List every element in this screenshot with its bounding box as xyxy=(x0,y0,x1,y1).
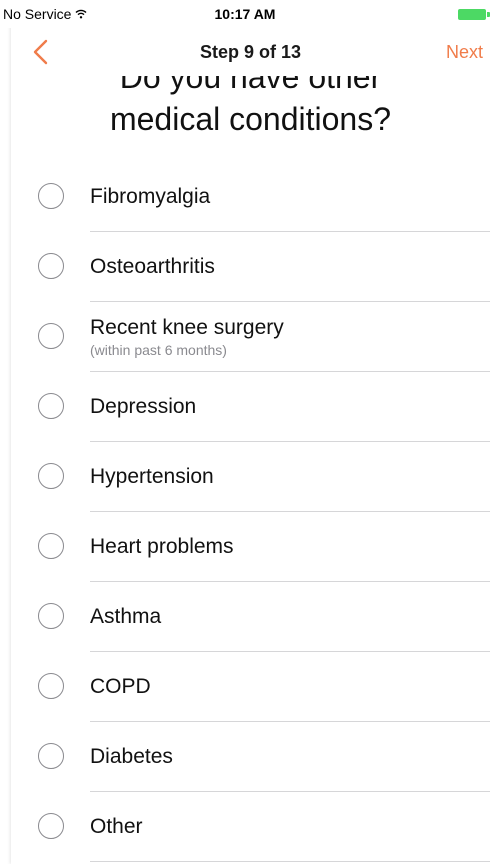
option-text: Other xyxy=(90,792,143,862)
list-item[interactable]: COPD xyxy=(11,652,490,722)
battery-icon xyxy=(458,9,490,20)
status-bar: No Service 10:17 AM xyxy=(0,0,490,28)
option-text: Osteoarthritis xyxy=(90,232,215,302)
radio-circle-icon[interactable] xyxy=(38,183,64,209)
option-label: Other xyxy=(90,815,143,838)
status-time: 10:17 AM xyxy=(214,6,276,22)
list-item[interactable]: Fibromyalgia xyxy=(11,162,490,232)
radio-circle-icon[interactable] xyxy=(38,253,64,279)
option-label: Osteoarthritis xyxy=(90,255,215,278)
option-text: Heart problems xyxy=(90,512,234,582)
option-label: Diabetes xyxy=(90,745,173,768)
radio-circle-icon[interactable] xyxy=(38,813,64,839)
option-text: Fibromyalgia xyxy=(90,162,210,232)
left-edge xyxy=(0,0,11,864)
list-item[interactable]: Heart problems xyxy=(11,512,490,582)
list-item[interactable]: Other xyxy=(11,792,490,862)
question-line-2: medical conditions? xyxy=(109,101,392,137)
list-item[interactable]: Hypertension xyxy=(11,442,490,512)
option-label: Recent knee surgery xyxy=(90,316,284,339)
option-text: Asthma xyxy=(90,582,161,652)
radio-circle-icon[interactable] xyxy=(38,463,64,489)
next-button[interactable]: Next xyxy=(446,42,483,63)
radio-circle-icon[interactable] xyxy=(38,743,64,769)
options-list: Fibromyalgia Osteoarthritis Recent knee su… xyxy=(11,162,490,862)
radio-circle-icon[interactable] xyxy=(38,603,64,629)
list-item[interactable]: Asthma xyxy=(11,582,490,652)
option-sublabel: (within past 6 months) xyxy=(90,342,227,358)
option-label: Hypertension xyxy=(90,465,214,488)
radio-circle-icon[interactable] xyxy=(38,533,64,559)
row-divider xyxy=(90,861,490,862)
option-label: Fibromyalgia xyxy=(90,185,211,208)
list-item[interactable]: Osteoarthritis xyxy=(11,232,490,302)
step-title: Step 9 of 13 xyxy=(199,42,302,62)
option-label: Asthma xyxy=(90,605,162,628)
list-item[interactable]: Diabetes xyxy=(11,722,490,792)
option-text: COPD xyxy=(90,652,151,722)
option-text: Recent knee surgery (within past 6 months… xyxy=(90,302,284,372)
list-item[interactable]: Recent knee surgery (within past 6 months… xyxy=(11,302,490,372)
list-item[interactable]: Depression xyxy=(11,372,490,442)
option-text: Hypertension xyxy=(90,442,214,512)
option-label: Heart problems xyxy=(90,535,234,558)
option-text: Diabetes xyxy=(90,722,173,792)
radio-circle-icon[interactable] xyxy=(38,323,64,349)
radio-circle-icon[interactable] xyxy=(38,393,64,419)
option-label: Depression xyxy=(90,395,197,418)
survey-screen: Step 9 of 13 Next Do you have other medi… xyxy=(11,0,490,864)
navigation-bar: Step 9 of 13 Next xyxy=(11,28,490,76)
option-text: Depression xyxy=(90,372,196,442)
radio-circle-icon[interactable] xyxy=(38,673,64,699)
option-label: COPD xyxy=(90,675,151,698)
